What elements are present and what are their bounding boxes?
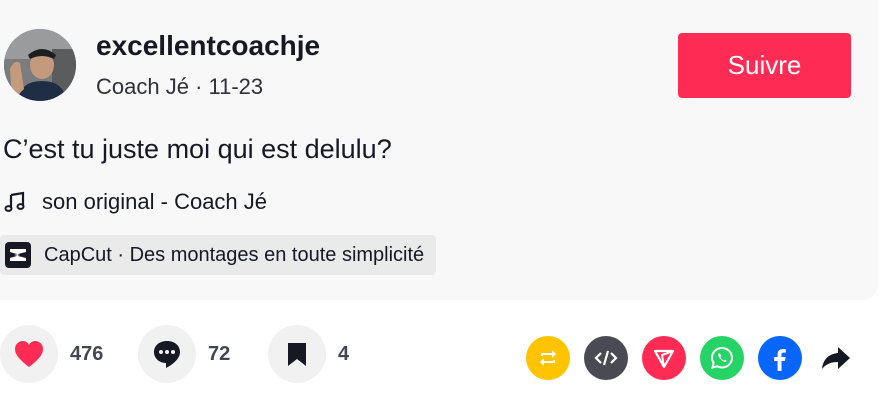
save-action[interactable]: 4: [268, 325, 349, 383]
whatsapp-button[interactable]: [700, 336, 744, 380]
repost-button[interactable]: [526, 336, 570, 380]
capcut-text: CapCut · Des montages en toute simplicit…: [44, 243, 425, 266]
like-button[interactable]: [0, 325, 58, 383]
music-link[interactable]: son original - Coach Jé: [4, 186, 267, 218]
music-note-icon: [4, 191, 26, 213]
save-button[interactable]: [268, 325, 326, 383]
avatar[interactable]: [4, 29, 76, 101]
send-button[interactable]: [642, 336, 686, 380]
save-count: 4: [338, 342, 350, 365]
send-icon: [653, 349, 675, 369]
whatsapp-icon: [710, 346, 734, 369]
like-count: 476: [70, 342, 104, 365]
comment-count: 72: [208, 342, 231, 365]
bookmark-icon: [288, 343, 306, 366]
repost-icon: [540, 350, 556, 366]
subline-separator: ·: [188, 74, 209, 99]
capcut-icon: [4, 241, 32, 269]
embed-icon: [594, 350, 618, 366]
more-share-button[interactable]: [814, 336, 858, 380]
facebook-icon: [774, 349, 786, 371]
embed-button[interactable]: [584, 336, 628, 380]
share-arrow-icon: [822, 347, 850, 369]
comment-icon: [154, 341, 180, 368]
post-date: 11-23: [208, 74, 264, 99]
author-username[interactable]: excellentcoachje: [96, 30, 320, 62]
capcut-link[interactable]: CapCut · Des montages en toute simplicit…: [0, 235, 437, 275]
author-subline: Coach Jé · 11-23: [96, 74, 263, 100]
heart-icon: [15, 341, 43, 367]
like-action[interactable]: 476: [0, 325, 103, 383]
facebook-button[interactable]: [758, 336, 802, 380]
comment-action[interactable]: 72: [138, 325, 230, 383]
follow-button[interactable]: Suivre: [678, 33, 851, 98]
music-title: son original - Coach Jé: [42, 189, 268, 214]
post-caption: C’est tu juste moi qui est delulu?: [3, 134, 392, 164]
author-display-name[interactable]: Coach Jé: [96, 74, 189, 99]
comment-button[interactable]: [138, 325, 196, 383]
